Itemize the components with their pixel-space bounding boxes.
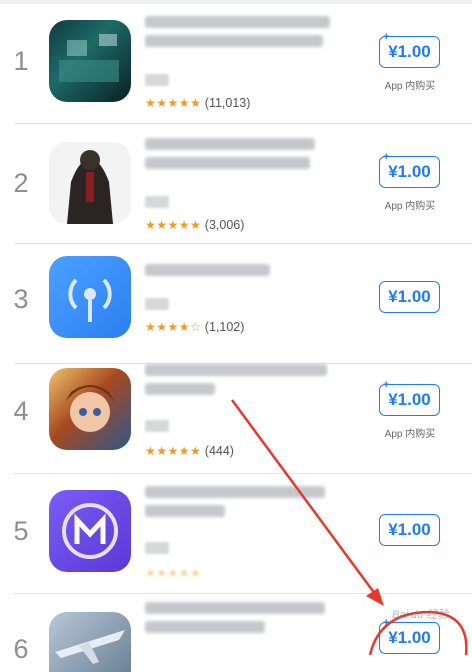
- star-rating-icon: ★★★★★: [145, 96, 202, 110]
- in-app-purchase-label: App 内购买: [384, 201, 436, 212]
- rank-number: 4: [13, 396, 29, 426]
- list-item[interactable]: 4 ★★★★★ (444) + ¥1.00 App 内购买: [0, 354, 472, 474]
- app-category-blurred: [145, 420, 169, 432]
- app-title-blurred[interactable]: [145, 364, 335, 402]
- plus-icon: +: [383, 617, 390, 629]
- in-app-purchase-label: App 内购买: [384, 429, 436, 440]
- star-rating-icon: ★★★★★: [145, 566, 202, 580]
- list-item[interactable]: 2 ★★★★★ (3,006) + ¥1.00 App 内购买: [0, 124, 472, 244]
- agent-figure-icon[interactable]: [49, 142, 131, 224]
- app-category-blurred: [145, 298, 169, 310]
- star-rating-icon: ★★★★☆: [145, 320, 202, 334]
- star-rating-icon: ★★★★★: [145, 218, 202, 232]
- price-button[interactable]: + ¥1.00: [379, 152, 440, 188]
- list-item[interactable]: 5 ★★★★★ ¥1.00: [0, 474, 472, 594]
- in-app-purchase-label: App 内购买: [384, 81, 436, 92]
- app-title-blurred[interactable]: [145, 264, 305, 283]
- price-button[interactable]: ¥1.00: [379, 281, 440, 313]
- rating: ★★★★★: [145, 566, 201, 580]
- rating: ★★★★☆ (1,102): [145, 320, 244, 334]
- price-label: ¥1.00: [388, 42, 431, 61]
- plus-icon: +: [383, 379, 390, 391]
- price-button[interactable]: + ¥1.00: [379, 618, 440, 654]
- anime-character-icon[interactable]: [49, 368, 131, 450]
- rating-count: (11,013): [204, 96, 251, 110]
- rank-number: 6: [13, 634, 29, 664]
- aircraft-icon[interactable]: [49, 612, 131, 672]
- app-title-blurred[interactable]: [145, 16, 335, 54]
- price-label: ¥1.00: [388, 162, 431, 181]
- price-label: ¥1.00: [388, 287, 431, 306]
- price-button[interactable]: + ¥1.00: [379, 380, 440, 416]
- rank-number: 5: [13, 516, 29, 546]
- list-item[interactable]: 1 ★★★★★ (11,013) + ¥1.00 App 内购买: [0, 4, 472, 124]
- rank-number: 3: [13, 284, 29, 314]
- price-button[interactable]: ¥1.00: [379, 514, 440, 546]
- price-button[interactable]: + ¥1.00: [379, 32, 440, 68]
- price-label: ¥1.00: [388, 520, 431, 539]
- plus-icon: +: [383, 151, 390, 163]
- list-item[interactable]: 6 + ¥1.00: [0, 594, 472, 672]
- app-title-blurred[interactable]: [145, 486, 335, 524]
- app-category-blurred: [145, 196, 169, 208]
- plus-icon: +: [383, 31, 390, 43]
- wifi-signal-icon[interactable]: [49, 256, 131, 338]
- app-title-blurred[interactable]: [145, 138, 325, 176]
- app-title-blurred[interactable]: [145, 602, 335, 640]
- watermark: Bai du 经验: [392, 609, 449, 621]
- rating-count: (444): [204, 444, 234, 458]
- m-logo-icon[interactable]: [49, 490, 131, 572]
- star-rating-icon: ★★★★★: [145, 444, 202, 458]
- rating-count: (1,102): [204, 320, 245, 334]
- price-label: ¥1.00: [388, 390, 431, 409]
- game-icon[interactable]: [49, 20, 131, 102]
- rating-count: (3,006): [204, 218, 245, 232]
- list-item[interactable]: 3 ★★★★☆ (1,102) ¥1.00: [0, 244, 472, 364]
- rank-number: 2: [13, 168, 29, 198]
- app-category-blurred: [145, 542, 169, 554]
- rating: ★★★★★ (11,013): [145, 96, 250, 110]
- rating: ★★★★★ (444): [145, 444, 234, 458]
- rank-number: 1: [13, 46, 29, 76]
- app-category-blurred: [145, 74, 169, 86]
- price-label: ¥1.00: [388, 628, 431, 647]
- rating: ★★★★★ (3,006): [145, 218, 244, 232]
